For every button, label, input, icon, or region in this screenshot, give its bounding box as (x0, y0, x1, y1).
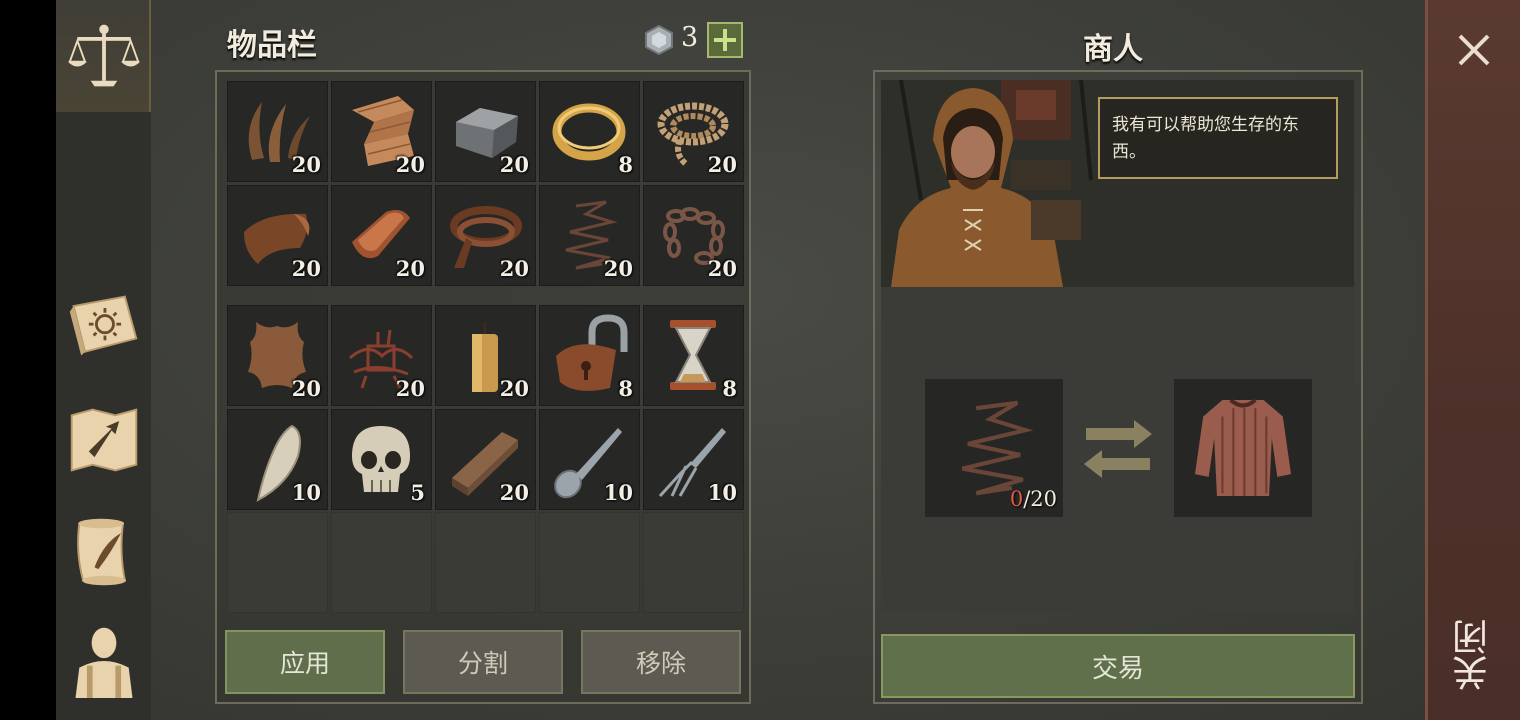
exchange-arrows-icon (1084, 420, 1152, 478)
inventory-slot-spoon[interactable]: 10 (539, 409, 640, 510)
inventory-slot-wire[interactable]: 20 (539, 185, 640, 286)
inventory-slot-fiber[interactable]: 20 (227, 81, 328, 182)
slot-quantity: 20 (395, 376, 425, 401)
inventory-slot-fork[interactable]: 10 (643, 409, 744, 510)
inventory-slot-chainmail-scraps[interactable]: 20 (331, 305, 432, 406)
slot-quantity: 20 (499, 256, 529, 281)
close-icon[interactable] (1452, 28, 1496, 72)
inventory-slot-cloth[interactable]: 20 (331, 81, 432, 182)
inventory-slot-empty[interactable] (331, 512, 432, 613)
offer-current-quantity: 0 (1009, 487, 1024, 511)
silver-coin-icon (645, 24, 673, 56)
close-label[interactable]: 关闭 (1452, 610, 1496, 700)
slot-quantity: 20 (395, 256, 425, 281)
inventory-slot-candle[interactable]: 20 (435, 305, 536, 406)
add-currency-button[interactable] (707, 22, 743, 58)
inventory-slot-chain[interactable]: 20 (643, 185, 744, 286)
inventory-slot-empty[interactable] (435, 512, 536, 613)
journal-sun-icon[interactable] (64, 287, 144, 367)
offer-quantity: 0/20 (1010, 487, 1057, 511)
trade-reward-slot[interactable] (1174, 379, 1312, 517)
inventory-slot-skull[interactable]: 5 (331, 409, 432, 510)
inventory-slot-leather[interactable]: 20 (227, 185, 328, 286)
slot-quantity: 20 (291, 376, 321, 401)
inventory-slot-gold-ring[interactable]: 8 (539, 81, 640, 182)
slot-quantity: 8 (722, 376, 737, 401)
plus-icon (714, 29, 736, 51)
slot-quantity: 8 (618, 376, 633, 401)
inventory-slot-wood-plank[interactable]: 20 (435, 409, 536, 510)
merchant-title: 商人 (1083, 32, 1143, 67)
map-icon[interactable] (64, 400, 144, 480)
slot-quantity: 20 (291, 152, 321, 177)
inventory-slot-hide[interactable]: 20 (227, 305, 328, 406)
slot-quantity: 10 (603, 480, 633, 505)
slot-quantity: 20 (499, 376, 529, 401)
scroll-quill-icon[interactable] (64, 512, 144, 592)
currency-count: 3 (681, 22, 699, 53)
slot-quantity: 20 (291, 256, 321, 281)
slot-quantity: 20 (707, 256, 737, 281)
slot-quantity: 20 (603, 256, 633, 281)
apply-button[interactable]: 应用 (225, 630, 385, 694)
inventory-slot-empty[interactable] (643, 512, 744, 613)
character-icon[interactable] (64, 620, 144, 700)
merchant-speech-bubble: 我有可以帮助您生存的东西。 (1098, 97, 1338, 179)
trade-offer-slot[interactable]: 0/20 (925, 379, 1063, 517)
slot-quantity: 10 (291, 480, 321, 505)
inventory-slot-empty[interactable] (539, 512, 640, 613)
inventory-slot-hourglass[interactable]: 8 (643, 305, 744, 406)
remove-button[interactable]: 移除 (581, 630, 741, 694)
inventory-title: 物品栏 (227, 28, 317, 63)
inventory-slot-leather-strap[interactable]: 20 (435, 185, 536, 286)
trade-button[interactable]: 交易 (881, 634, 1355, 698)
split-button[interactable]: 分割 (403, 630, 563, 694)
inventory-slot-empty[interactable] (227, 512, 328, 613)
slot-quantity: 20 (499, 480, 529, 505)
slot-quantity: 10 (707, 480, 737, 505)
scales-icon[interactable] (64, 16, 144, 96)
inventory-slot-fang[interactable]: 10 (227, 409, 328, 510)
chainmail-shirt-icon (1194, 398, 1292, 497)
slot-quantity: 20 (499, 152, 529, 177)
offer-required-quantity: /20 (1023, 487, 1057, 511)
slot-quantity: 20 (395, 152, 425, 177)
inventory-slot-iron-ingot[interactable]: 20 (435, 81, 536, 182)
slot-quantity: 5 (410, 480, 425, 505)
slot-quantity: 8 (618, 152, 633, 177)
slot-quantity: 20 (707, 152, 737, 177)
inventory-slot-copper-ingot[interactable]: 20 (331, 185, 432, 286)
inventory-slot-rope[interactable]: 20 (643, 81, 744, 182)
inventory-slot-padlock[interactable]: 8 (539, 305, 640, 406)
